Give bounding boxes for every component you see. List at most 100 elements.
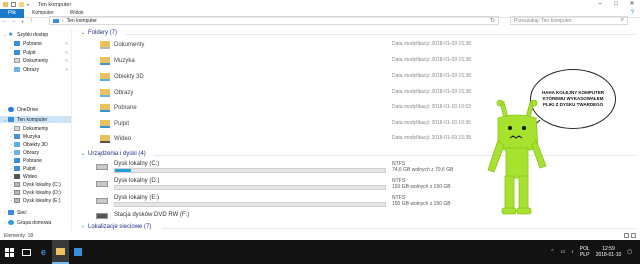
notifications-icon[interactable]: ▢ [627,249,632,255]
taskbar-app-edge[interactable]: e [35,240,52,264]
nav-item-desktop[interactable]: Pulpit ✎ [14,49,68,56]
window-controls: – □ ✕ [592,0,640,9]
folder-modified: Data modyfikacji: 2018-01-09 15:38 [392,57,471,63]
nav-item-pc-documents[interactable]: › Dokumenty [8,125,48,132]
windows-logo-icon [4,247,14,257]
drive-item[interactable]: Dysk lokalny (C:) [96,161,426,175]
nav-item-videos[interactable]: › Wideo [8,173,37,180]
nav-item-pc-downloads[interactable]: › Pobrane [8,157,42,164]
title-bar: ▾ Ten komputer – □ ✕ [0,0,640,9]
start-button[interactable] [0,240,18,264]
nav-this-pc[interactable]: ⌄ Ten komputer [0,116,71,123]
recent-locations-button[interactable]: ▾ [18,19,27,24]
dvd-drive-icon [96,213,108,219]
chevron-right-icon[interactable]: › [80,224,86,230]
drive-usage-fill [115,169,132,172]
drive-usage-bar [114,168,386,173]
download-icon [14,41,20,46]
dvd-drive-item[interactable]: Stacja dysków DVD RW (F:) [96,210,426,224]
nav-item-pc-desktop[interactable]: › Pulpit [8,165,35,172]
folder-modified: Data modyfikacji: 2018-01-09 15:38 [392,89,471,95]
folder-item[interactable]: Wideo [100,133,131,145]
pin-icon: ✎ [65,41,69,46]
video-icon [14,174,20,179]
taskbar-app-store[interactable] [69,240,86,264]
breadcrumb[interactable]: Ten komputer [67,18,97,24]
videos-folder-icon [100,135,110,143]
nav-item-drive-d[interactable]: › Dysk lokalny (D:) [8,189,60,196]
nav-item-pc-pictures[interactable]: › Obrazy [8,149,39,156]
maximize-button[interactable]: □ [608,0,624,9]
taskbar-app-explorer[interactable] [52,240,69,264]
documents-icon [14,126,20,131]
folder-item[interactable]: Obiekty 3D [100,71,144,83]
clock[interactable]: 12:59 2018-01-10 [596,246,622,258]
nav-item-downloads[interactable]: Pobrane ✎ [14,40,68,47]
quick-access-toolbar: ▾ [0,2,32,7]
volume-icon[interactable]: ♪ [571,249,574,255]
chevron-down-icon[interactable]: ⌄ [80,151,86,157]
search-input[interactable]: Przeszukaj: Ten komputer ⌕ [510,16,628,25]
tiles-view-icon[interactable] [631,233,636,238]
navigation-pane: ⌄ ★ Szybki dostęp Pobrane ✎ Pulpit ✎ Dok… [0,29,72,231]
search-icon: ⌕ [620,17,624,23]
refresh-icon[interactable]: ↻ [490,17,495,24]
forward-button[interactable]: → [9,18,18,24]
chevron-down-icon[interactable]: ▾ [27,2,32,7]
properties-icon[interactable] [11,2,16,7]
network-icon [8,210,14,215]
nav-onedrive[interactable]: › OneDrive [2,106,38,113]
nav-quick-access[interactable]: ⌄ ★ Szybki dostęp [2,31,48,39]
folder-item[interactable]: Pulpit [100,118,129,130]
folder-modified: Data modyfikacji: 2018-01-10 10:36 [392,120,471,126]
breadcrumb-separator: › [62,17,64,24]
taskbar: e ⌃ ▭ ♪ POL PLP 12:59 2018-01-10 ▢ [0,240,640,264]
details-view-icon[interactable] [624,233,629,238]
music-icon [14,134,20,139]
chevron-down-icon[interactable]: ⌄ [80,30,86,36]
drive-usage-bar [114,202,386,207]
nav-homegroup[interactable]: › Grupa domowa [2,219,51,226]
network-status-icon[interactable]: ▭ [560,249,565,255]
drive-item[interactable]: Dysk lokalny (E:) [96,195,426,209]
drive-free-space: 150 GB wolnych z 150 GB [392,184,451,190]
drive-usage-bar [114,185,386,190]
drive-item[interactable]: Dysk lokalny (D:) [96,178,426,192]
new-folder-icon[interactable] [19,2,24,7]
nav-item-drive-c[interactable]: › Dysk lokalny (C:) [8,181,60,188]
documents-icon [14,58,20,63]
documents-folder-icon [100,41,110,49]
back-button[interactable]: ← [0,18,9,24]
minimize-button[interactable]: – [592,0,608,9]
group-divider [162,228,636,229]
desktop-icon [14,166,20,171]
group-header-folders[interactable]: ⌄ Foldery (7) [80,30,117,36]
up-button[interactable]: ↑ [27,18,36,24]
homegroup-icon [8,220,14,225]
chevron-up-icon[interactable]: ⌃ [550,249,554,255]
download-icon [14,158,20,163]
group-header-network[interactable]: › Lokalizacje sieciowe (7) [80,224,151,230]
task-view-icon [22,248,31,256]
folder-item[interactable]: Obrazy [100,87,133,99]
nav-item-music[interactable]: › Muzyka [8,133,40,140]
group-header-devices[interactable]: ⌄ Urządzenia i dyski (4) [80,151,146,157]
folder-item[interactable]: Pobrane [100,102,137,114]
folder-item[interactable]: Dokumenty [100,39,144,51]
pin-icon: ✎ [65,67,69,72]
input-language[interactable]: POL PLP [580,246,590,258]
drive-icon [14,190,20,195]
nav-item-documents[interactable]: Dokumenty ✎ [14,57,68,64]
drive-info: NTFS 150 GB wolnych z 150 GB [392,178,451,190]
address-bar[interactable]: › Ten komputer ↻ [49,16,499,25]
nav-item-pictures[interactable]: Obrazy ✎ [14,66,68,73]
close-button[interactable]: ✕ [624,0,640,9]
3d-objects-folder-icon [100,73,110,81]
desktop-icon [14,50,20,55]
nav-network[interactable]: › Sieć [2,209,26,216]
nav-item-3d-objects[interactable]: › Obiekty 3D [8,141,47,148]
folder-item[interactable]: Muzyka [100,55,135,67]
folder-modified: Data modyfikacji: 2018-01-09 15:38 [392,135,471,141]
task-view-button[interactable] [18,240,35,264]
nav-item-drive-e[interactable]: › Dysk lokalny (E:) [8,197,60,204]
